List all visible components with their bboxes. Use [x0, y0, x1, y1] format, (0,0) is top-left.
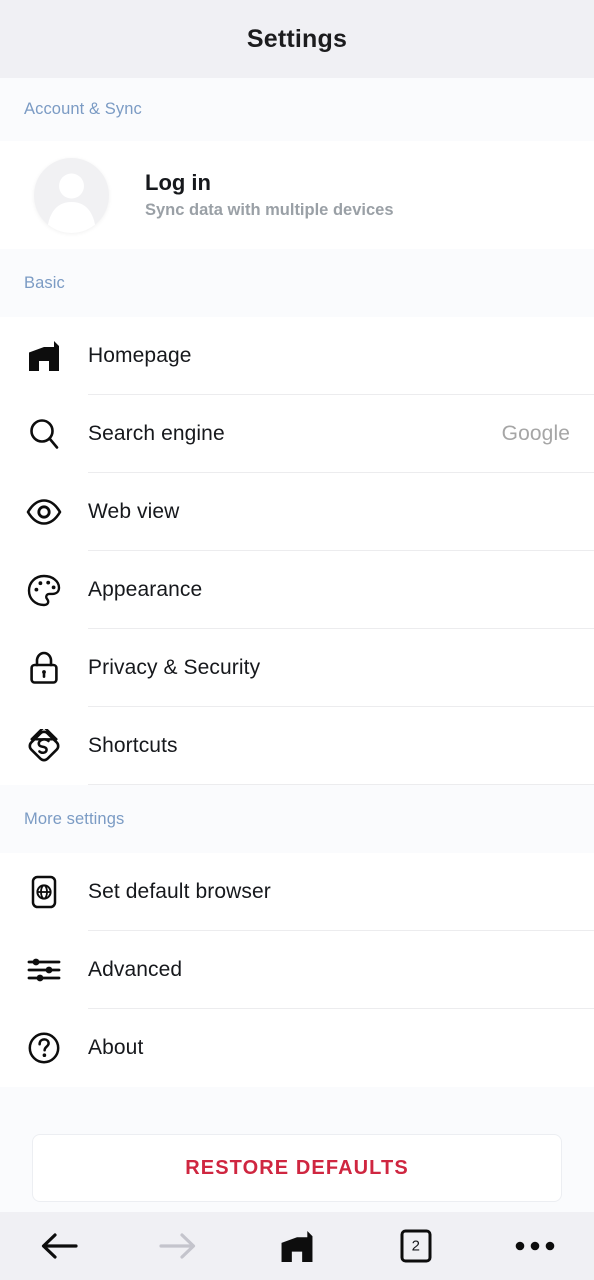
app-header: Settings — [0, 0, 594, 78]
account-login-row[interactable]: Log in Sync data with multiple devices — [0, 141, 594, 249]
avatar — [34, 157, 109, 233]
phone-globe-icon — [0, 875, 88, 909]
settings-row-advanced[interactable]: Advanced — [0, 931, 594, 1009]
account-subtitle: Sync data with multiple devices — [145, 201, 394, 220]
settings-row-label: Search engine — [88, 422, 225, 445]
nav-back-button[interactable] — [0, 1212, 119, 1280]
shortcuts-icon — [0, 729, 88, 763]
settings-row-set-default-browser[interactable]: Set default browser — [0, 853, 594, 931]
lock-icon — [0, 651, 88, 685]
nav-tabs-button[interactable]: 2 — [356, 1212, 475, 1280]
section-label: More settings — [24, 809, 125, 828]
section-label: Basic — [24, 273, 65, 292]
settings-row-label: About — [88, 1036, 144, 1059]
restore-defaults-button[interactable]: RESTORE DEFAULTS — [32, 1134, 562, 1202]
maxthon-home-icon — [279, 1230, 315, 1263]
sliders-icon — [0, 957, 88, 983]
section-header-account-sync: Account & Sync — [0, 78, 594, 141]
settings-row-label: Web view — [88, 500, 180, 523]
section-header-more-settings: More settings — [0, 785, 594, 853]
settings-row-label: Advanced — [88, 958, 183, 981]
settings-row-label: Homepage — [88, 344, 192, 367]
settings-row-shortcuts[interactable]: Shortcuts — [0, 707, 594, 785]
search-icon — [0, 417, 88, 451]
settings-row-label: Set default browser — [88, 880, 271, 903]
account-title: Log in — [145, 169, 211, 195]
more-horizontal-icon — [514, 1240, 556, 1252]
nav-forward-button[interactable] — [119, 1212, 238, 1280]
maxthon-home-icon — [0, 340, 88, 372]
settings-row-label: Appearance — [88, 578, 203, 601]
restore-defaults-label: RESTORE DEFAULTS — [185, 1156, 409, 1179]
section-header-basic: Basic — [0, 249, 594, 317]
settings-row-search-engine[interactable]: Search engine Google — [0, 395, 594, 473]
settings-row-about[interactable]: About — [0, 1009, 594, 1087]
restore-defaults-area: RESTORE DEFAULTS — [0, 1087, 594, 1212]
account-text-block: Log in Sync data with multiple devices — [145, 169, 394, 221]
settings-row-value: Google — [501, 422, 570, 445]
arrow-left-icon — [38, 1231, 80, 1261]
page-title: Settings — [246, 24, 348, 53]
bottom-navigation-bar: 2 — [0, 1212, 594, 1280]
settings-row-label: Privacy & Security — [88, 656, 261, 679]
settings-row-privacy-security[interactable]: Privacy & Security — [0, 629, 594, 707]
settings-row-homepage[interactable]: Homepage — [0, 317, 594, 395]
tab-count-label: 2 — [411, 1237, 420, 1255]
settings-screen: Settings Account & Sync Log in Sync data… — [0, 0, 594, 1280]
settings-row-web-view[interactable]: Web view — [0, 473, 594, 551]
nav-menu-button[interactable] — [475, 1212, 594, 1280]
eye-icon — [0, 499, 88, 525]
more-settings-list: Set default browser Advanced About — [0, 853, 594, 1087]
question-circle-icon — [0, 1031, 88, 1065]
basic-settings-list: Homepage Search engine Google Web view A… — [0, 317, 594, 785]
section-label: Account & Sync — [24, 100, 142, 118]
arrow-right-icon — [157, 1231, 199, 1261]
settings-row-appearance[interactable]: Appearance — [0, 551, 594, 629]
palette-icon — [0, 574, 88, 607]
settings-scroll-body: Account & Sync Log in Sync data with mul… — [0, 78, 594, 1212]
settings-row-label: Shortcuts — [88, 734, 178, 757]
nav-home-button[interactable] — [238, 1212, 357, 1280]
